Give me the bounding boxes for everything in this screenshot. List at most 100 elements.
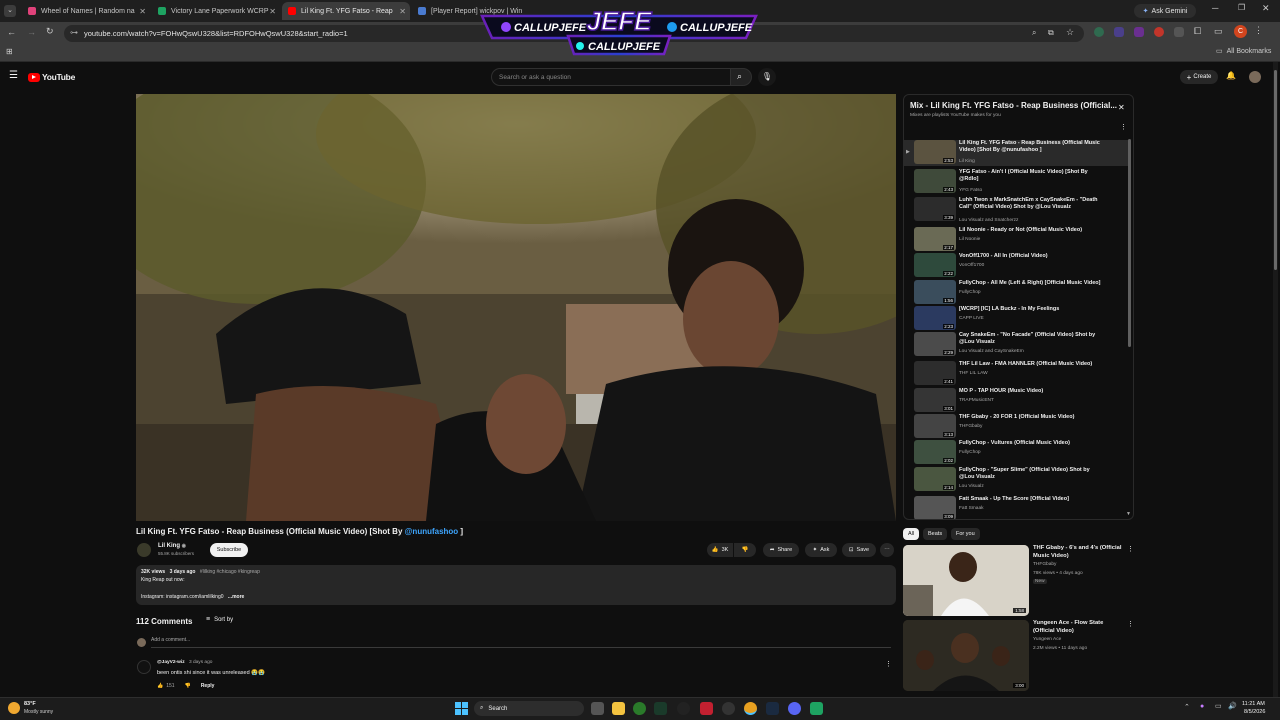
steam-icon[interactable] <box>766 702 779 715</box>
comment-like-icon[interactable]: 👍 <box>157 683 163 689</box>
extension-icon[interactable] <box>1154 27 1164 37</box>
app-green-icon[interactable] <box>810 702 823 715</box>
notifications-bell-icon[interactable]: 🔔 <box>1226 71 1236 80</box>
playlist-item[interactable]: 2:23 [WCRP] [IC] LA Buckz - In My Feelin… <box>904 306 1128 332</box>
browser-tab-wheel-of-names[interactable]: Wheel of Names | Random na ✕ <box>22 2 150 20</box>
apps-grid-icon[interactable]: ⊞ <box>6 47 13 56</box>
comment-dislike-icon[interactable]: 👎 <box>185 683 191 689</box>
extension-icon[interactable] <box>1174 27 1184 37</box>
install-icon[interactable]: ⧉ <box>1048 28 1054 38</box>
recommended-menu-icon[interactable]: ⋮ <box>1127 620 1134 628</box>
playlist-item[interactable]: 3:39 Luhh Twon x MarkSnatchEm x CaySnake… <box>904 197 1128 223</box>
weather-icon[interactable] <box>8 702 20 714</box>
show-more-button[interactable]: ...more <box>228 594 244 600</box>
close-tab-icon[interactable]: ✕ <box>399 7 406 16</box>
profile-avatar[interactable]: C <box>1234 25 1247 38</box>
chip-all[interactable]: All <box>903 528 920 540</box>
xbox-icon[interactable] <box>633 702 646 715</box>
menu-dots-icon[interactable]: ⋮ <box>1254 25 1263 36</box>
commenter-avatar[interactable] <box>137 660 151 674</box>
channel-name[interactable]: Lil King ◉ <box>158 543 186 549</box>
file-explorer-icon[interactable] <box>612 702 625 715</box>
more-actions-button[interactable]: ⋯ <box>880 543 894 557</box>
extension-icon[interactable] <box>1134 27 1144 37</box>
playlist-item[interactable]: 2:02 FullyChop - Vultures (Official Musi… <box>904 440 1128 466</box>
extension-icon[interactable] <box>1094 27 1104 37</box>
reload-icon[interactable]: ↻ <box>46 26 54 37</box>
like-button[interactable]: 👍 3K <box>707 543 733 557</box>
github-icon[interactable] <box>677 702 690 715</box>
site-info-icon[interactable]: ⊶ <box>70 28 78 37</box>
chip-beats[interactable]: Beats <box>923 528 948 540</box>
recommended-video[interactable]: 3:00 Yungeen Ace - Flow State (Official … <box>903 620 1134 692</box>
task-view-icon[interactable] <box>591 702 604 715</box>
share-button[interactable]: ➦ Share <box>763 543 799 557</box>
youtube-logo[interactable]: YouTube <box>28 72 75 82</box>
hashtags[interactable]: #lilking #chicago #kingreap <box>200 569 260 575</box>
save-button[interactable]: ⊡ Save <box>842 543 876 557</box>
video-title-mention-link[interactable]: @nunufashoo <box>405 527 459 536</box>
hamburger-menu-icon[interactable]: ☰ <box>9 70 18 81</box>
page-scrollbar[interactable] <box>1273 62 1278 697</box>
tab-search-icon[interactable]: ⌄ <box>4 5 16 17</box>
extensions-puzzle-icon[interactable]: ⧠ <box>1194 26 1201 37</box>
back-icon[interactable]: ← <box>7 27 16 37</box>
chip-for-you[interactable]: For you <box>951 528 980 540</box>
playlist-item[interactable]: ▶ 2:53 Lil King Ft. YFG Fatso - Reap Bus… <box>904 140 1128 166</box>
comment-author[interactable]: @JayV2-wiz <box>157 660 185 665</box>
close-playlist-icon[interactable]: ✕ <box>1118 103 1125 112</box>
ask-gemini-button[interactable]: ✦ Ask Gemini <box>1134 4 1196 18</box>
app-a-icon[interactable] <box>654 702 667 715</box>
close-tab-icon[interactable]: ✕ <box>139 7 146 16</box>
search-button[interactable]: ⌕ <box>730 68 752 86</box>
all-bookmarks-button[interactable]: ▭ All Bookmarks <box>1216 47 1271 56</box>
search-input[interactable]: Search or ask a question <box>491 68 731 86</box>
description-box[interactable]: 32K views 3 days ago #lilking #chicago #… <box>136 565 896 605</box>
sidepanel-icon[interactable]: ▭ <box>1214 26 1223 37</box>
close-tab-icon[interactable]: ✕ <box>269 7 276 16</box>
taskbar-search[interactable]: ⌕ Search <box>474 701 584 716</box>
playlist-item[interactable]: 2:29 Cay SnakeEm - "No Facade" (Official… <box>904 332 1128 358</box>
recommended-menu-icon[interactable]: ⋮ <box>1127 545 1134 553</box>
app-circle-icon[interactable] <box>722 702 735 715</box>
playlist-item[interactable]: 2:14 FullyChop - "Super Slime" (Official… <box>904 467 1128 493</box>
browser-tab-youtube[interactable]: Lil King Ft. YFG Fatso - Reap ✕ <box>282 2 410 20</box>
browser-tab-victory-lane[interactable]: Victory Lane Paperwork WCRP ✕ <box>152 2 280 20</box>
page-scrollbar-thumb[interactable] <box>1274 70 1277 270</box>
bookmark-star-icon[interactable]: ☆ <box>1066 27 1074 38</box>
playlist-item[interactable]: 2:17 Lil Noonie - Ready or Not (Official… <box>904 227 1128 253</box>
reply-button[interactable]: Reply <box>201 683 215 689</box>
clock-date[interactable]: 8/5/2026 <box>1244 709 1265 715</box>
comment-menu-icon[interactable]: ⋮ <box>885 660 892 668</box>
account-avatar[interactable] <box>1249 71 1261 83</box>
channel-avatar[interactable] <box>137 543 151 557</box>
tray-volume-icon[interactable]: 🔊 <box>1228 702 1237 710</box>
playlist-item[interactable]: 2:41 THF Lil Law - FMA HANNLER (Official… <box>904 361 1128 387</box>
extension-icon[interactable] <box>1114 27 1124 37</box>
playlist-item[interactable]: 3:01 MO P - TAP HOUR (Music Video) TRAPM… <box>904 388 1128 414</box>
minimize-window-icon[interactable]: ─ <box>1212 3 1218 13</box>
discord-icon[interactable] <box>788 702 801 715</box>
start-button[interactable] <box>455 702 468 715</box>
create-button[interactable]: + Create <box>1180 70 1218 84</box>
chrome-icon[interactable] <box>744 702 757 715</box>
playlist-item[interactable]: 2:22 VonOff1700 - All In (Official Video… <box>904 253 1128 279</box>
tray-chevron-icon[interactable]: ⌃ <box>1184 703 1190 711</box>
playlist-title[interactable]: Mix - Lil King Ft. YFG Fatso - Reap Busi… <box>910 101 1118 110</box>
maximize-window-icon[interactable]: ❐ <box>1238 3 1245 12</box>
tray-mic-icon[interactable]: ● <box>1200 703 1204 710</box>
tray-network-icon[interactable]: ▭ <box>1215 702 1222 710</box>
playlist-item[interactable]: 3:13 THF Gbaby - 20 FOR 1 (Official Musi… <box>904 414 1128 440</box>
close-window-icon[interactable]: ✕ <box>1262 3 1270 14</box>
recommended-video[interactable]: 1:58 THF Gbaby - 6's and 4's (Official M… <box>903 545 1134 617</box>
forward-icon[interactable]: → <box>27 27 36 37</box>
clock-time[interactable]: 11:21 AM <box>1242 701 1265 707</box>
voice-search-button[interactable]: 🎙 <box>758 68 776 86</box>
playlist-item[interactable]: 3:09 Fatt Smaak - Up The Score [Official… <box>904 496 1128 519</box>
playlist-menu-icon[interactable]: ⋮ <box>1120 123 1127 131</box>
video-player[interactable] <box>136 94 896 521</box>
zoom-icon[interactable]: ⌕ <box>1032 28 1036 38</box>
add-comment-input[interactable]: Add a comment... <box>151 637 891 648</box>
dislike-button[interactable]: 👎 <box>734 543 756 557</box>
playlist-scrollbar[interactable] <box>1128 139 1131 347</box>
